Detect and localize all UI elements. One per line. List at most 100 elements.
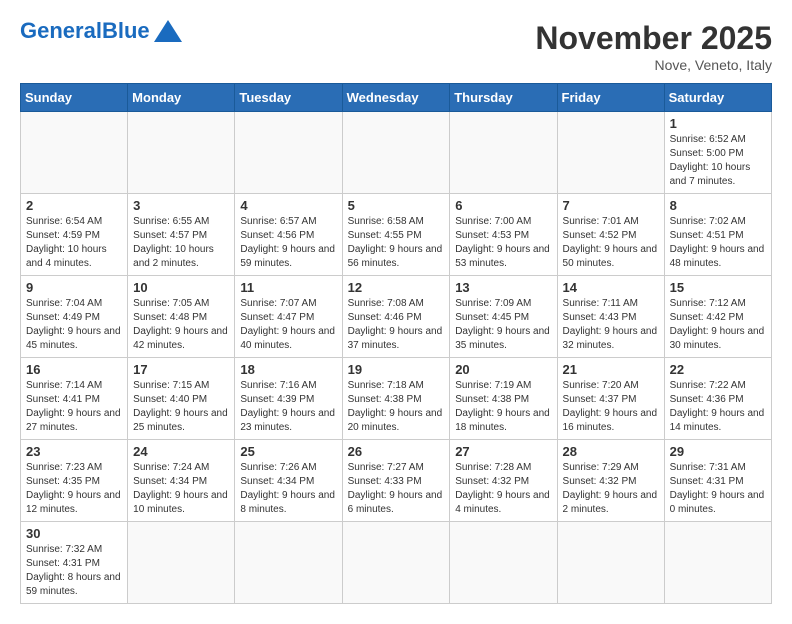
day-info: Sunrise: 6:52 AM Sunset: 5:00 PM Dayligh…: [670, 133, 766, 189]
calendar-week-row: 2Sunrise: 6:54 AM Sunset: 4:59 PM Daylig…: [21, 194, 772, 276]
location: Nove, Veneto, Italy: [535, 57, 772, 73]
header-tuesday: Tuesday: [235, 84, 342, 112]
day-info: Sunrise: 7:04 AM Sunset: 4:49 PM Dayligh…: [26, 297, 122, 353]
day-number: 15: [670, 280, 766, 295]
header-wednesday: Wednesday: [342, 84, 450, 112]
table-row: [450, 522, 557, 604]
table-row: 18Sunrise: 7:16 AM Sunset: 4:39 PM Dayli…: [235, 358, 342, 440]
table-row: [557, 112, 664, 194]
table-row: 30 Sunrise: 7:32 AM Sunset: 4:31 PM Dayli…: [21, 522, 128, 604]
day-info: Sunrise: 7:00 AM Sunset: 4:53 PM Dayligh…: [455, 215, 551, 271]
day-info: Sunrise: 7:12 AM Sunset: 4:42 PM Dayligh…: [670, 297, 766, 353]
day-number: 19: [348, 362, 445, 377]
table-row: 6Sunrise: 7:00 AM Sunset: 4:53 PM Daylig…: [450, 194, 557, 276]
table-row: 20Sunrise: 7:19 AM Sunset: 4:38 PM Dayli…: [450, 358, 557, 440]
day-info: Sunrise: 7:01 AM Sunset: 4:52 PM Dayligh…: [563, 215, 659, 271]
day-info: Sunrise: 7:20 AM Sunset: 4:37 PM Dayligh…: [563, 379, 659, 435]
day-info: Sunrise: 7:08 AM Sunset: 4:46 PM Dayligh…: [348, 297, 445, 353]
day-info: Sunrise: 7:05 AM Sunset: 4:48 PM Dayligh…: [133, 297, 229, 353]
table-row: [21, 112, 128, 194]
day-info: Sunrise: 7:14 AM Sunset: 4:41 PM Dayligh…: [26, 379, 122, 435]
table-row: 14 Sunrise: 7:11 AM Sunset: 4:43 PM Dayli…: [557, 276, 664, 358]
day-info: Sunrise: 7:09 AM Sunset: 4:45 PM Dayligh…: [455, 297, 551, 353]
table-row: [128, 522, 235, 604]
table-row: 21 Sunrise: 7:20 AM Sunset: 4:37 PM Dayli…: [557, 358, 664, 440]
day-info: Sunrise: 6:54 AM Sunset: 4:59 PM Dayligh…: [26, 215, 122, 271]
calendar-week-row: 30 Sunrise: 7:32 AM Sunset: 4:31 PM Dayli…: [21, 522, 772, 604]
table-row: [235, 112, 342, 194]
day-info: Sunrise: 7:02 AM Sunset: 4:51 PM Dayligh…: [670, 215, 766, 271]
day-number: 14: [563, 280, 659, 295]
day-number: 30: [26, 526, 122, 541]
day-info: Sunrise: 7:19 AM Sunset: 4:38 PM Dayligh…: [455, 379, 551, 435]
day-number: 12: [348, 280, 445, 295]
day-number: 27: [455, 444, 551, 459]
header-thursday: Thursday: [450, 84, 557, 112]
day-info: Sunrise: 6:57 AM Sunset: 4:56 PM Dayligh…: [240, 215, 336, 271]
table-row: 27Sunrise: 7:28 AM Sunset: 4:32 PM Dayli…: [450, 440, 557, 522]
table-row: 7 Sunrise: 7:01 AM Sunset: 4:52 PM Daylig…: [557, 194, 664, 276]
day-info: Sunrise: 6:55 AM Sunset: 4:57 PM Dayligh…: [133, 215, 229, 271]
day-info: Sunrise: 7:07 AM Sunset: 4:47 PM Dayligh…: [240, 297, 336, 353]
table-row: [342, 522, 450, 604]
table-row: 16 Sunrise: 7:14 AM Sunset: 4:41 PM Dayli…: [21, 358, 128, 440]
day-number: 7: [563, 198, 659, 213]
table-row: 12 Sunrise: 7:08 AM Sunset: 4:46 PM Dayli…: [342, 276, 450, 358]
table-row: 5 Sunrise: 6:58 AM Sunset: 4:55 PM Daylig…: [342, 194, 450, 276]
day-info: Sunrise: 7:22 AM Sunset: 4:36 PM Dayligh…: [670, 379, 766, 435]
day-number: 26: [348, 444, 445, 459]
logo-text: GeneralBlue: [20, 20, 150, 42]
day-number: 23: [26, 444, 122, 459]
day-number: 5: [348, 198, 445, 213]
table-row: [450, 112, 557, 194]
day-number: 9: [26, 280, 122, 295]
table-row: 29 Sunrise: 7:31 AM Sunset: 4:31 PM Dayli…: [664, 440, 771, 522]
table-row: 2Sunrise: 6:54 AM Sunset: 4:59 PM Daylig…: [21, 194, 128, 276]
calendar-week-row: 23 Sunrise: 7:23 AM Sunset: 4:35 PM Dayli…: [21, 440, 772, 522]
day-number: 10: [133, 280, 229, 295]
logo-blue: Blue: [102, 18, 150, 43]
day-number: 16: [26, 362, 122, 377]
day-number: 13: [455, 280, 551, 295]
day-number: 21: [563, 362, 659, 377]
day-info: Sunrise: 7:16 AM Sunset: 4:39 PM Dayligh…: [240, 379, 336, 435]
table-row: 25Sunrise: 7:26 AM Sunset: 4:34 PM Dayli…: [235, 440, 342, 522]
table-row: 9 Sunrise: 7:04 AM Sunset: 4:49 PM Daylig…: [21, 276, 128, 358]
day-info: Sunrise: 7:15 AM Sunset: 4:40 PM Dayligh…: [133, 379, 229, 435]
day-number: 28: [563, 444, 659, 459]
table-row: 17 Sunrise: 7:15 AM Sunset: 4:40 PM Dayli…: [128, 358, 235, 440]
day-info: Sunrise: 7:18 AM Sunset: 4:38 PM Dayligh…: [348, 379, 445, 435]
table-row: 24Sunrise: 7:24 AM Sunset: 4:34 PM Dayli…: [128, 440, 235, 522]
table-row: 15 Sunrise: 7:12 AM Sunset: 4:42 PM Dayli…: [664, 276, 771, 358]
day-number: 3: [133, 198, 229, 213]
table-row: 23 Sunrise: 7:23 AM Sunset: 4:35 PM Dayli…: [21, 440, 128, 522]
month-year: November 2025: [535, 20, 772, 57]
day-info: Sunrise: 7:23 AM Sunset: 4:35 PM Dayligh…: [26, 461, 122, 517]
page-header: GeneralBlue November 2025 Nove, Veneto, …: [20, 20, 772, 73]
day-number: 29: [670, 444, 766, 459]
day-number: 11: [240, 280, 336, 295]
header-monday: Monday: [128, 84, 235, 112]
day-info: Sunrise: 7:11 AM Sunset: 4:43 PM Dayligh…: [563, 297, 659, 353]
day-info: Sunrise: 7:32 AM Sunset: 4:31 PM Dayligh…: [26, 543, 122, 599]
calendar-week-row: 1Sunrise: 6:52 AM Sunset: 5:00 PM Daylig…: [21, 112, 772, 194]
table-row: 13 Sunrise: 7:09 AM Sunset: 4:45 PM Dayli…: [450, 276, 557, 358]
day-info: Sunrise: 7:26 AM Sunset: 4:34 PM Dayligh…: [240, 461, 336, 517]
day-info: Sunrise: 7:29 AM Sunset: 4:32 PM Dayligh…: [563, 461, 659, 517]
table-row: 11 Sunrise: 7:07 AM Sunset: 4:47 PM Dayli…: [235, 276, 342, 358]
day-number: 17: [133, 362, 229, 377]
table-row: 3 Sunrise: 6:55 AM Sunset: 4:57 PM Daylig…: [128, 194, 235, 276]
logo-general: General: [20, 18, 102, 43]
day-info: Sunrise: 6:58 AM Sunset: 4:55 PM Dayligh…: [348, 215, 445, 271]
day-info: Sunrise: 7:31 AM Sunset: 4:31 PM Dayligh…: [670, 461, 766, 517]
title-block: November 2025 Nove, Veneto, Italy: [535, 20, 772, 73]
table-row: [235, 522, 342, 604]
day-info: Sunrise: 7:27 AM Sunset: 4:33 PM Dayligh…: [348, 461, 445, 517]
weekday-header-row: Sunday Monday Tuesday Wednesday Thursday…: [21, 84, 772, 112]
day-number: 4: [240, 198, 336, 213]
day-number: 22: [670, 362, 766, 377]
day-info: Sunrise: 7:24 AM Sunset: 4:34 PM Dayligh…: [133, 461, 229, 517]
calendar-week-row: 16 Sunrise: 7:14 AM Sunset: 4:41 PM Dayli…: [21, 358, 772, 440]
table-row: [664, 522, 771, 604]
logo-triangle-icon: [154, 20, 182, 42]
